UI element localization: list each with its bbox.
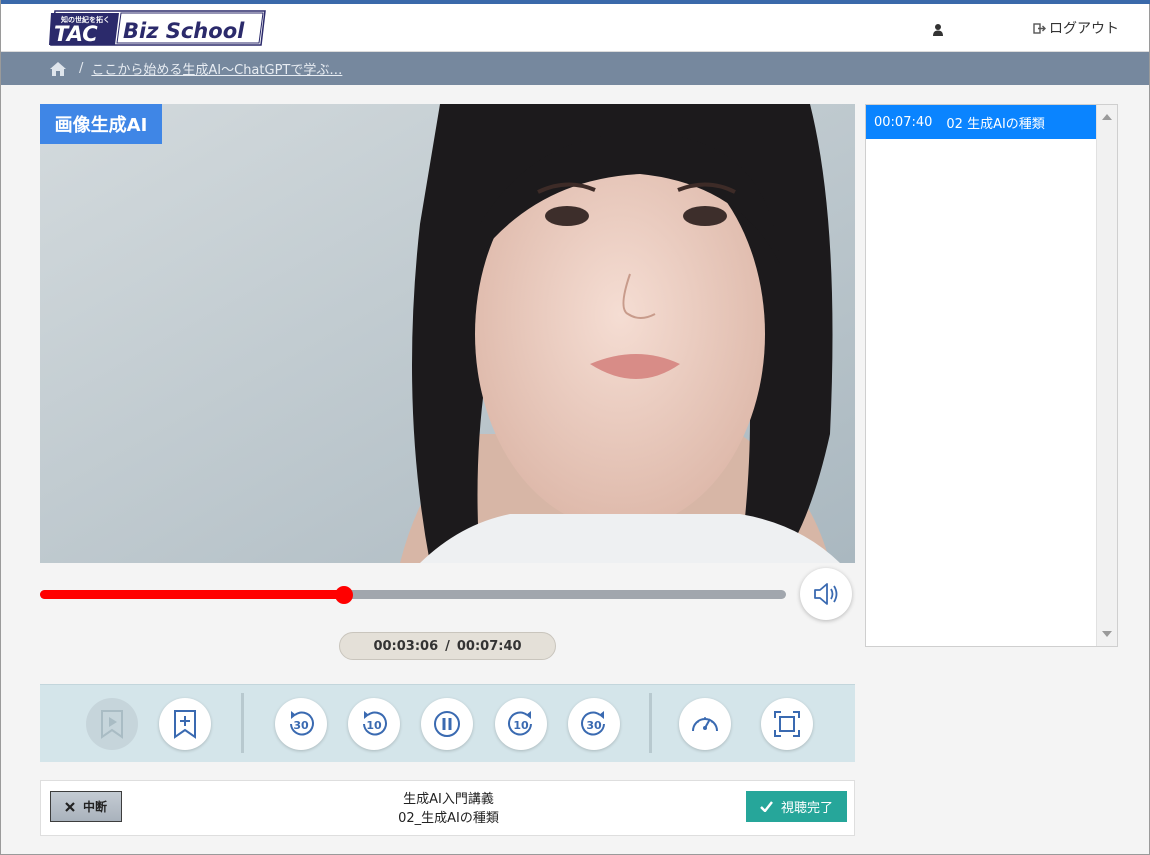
chapter-time: 00:07:40 [874, 114, 933, 130]
rewind-30-icon: 30 [290, 711, 314, 736]
speedometer-icon [692, 717, 718, 732]
seek-bar[interactable] [40, 586, 786, 604]
logout-label: ログアウト [1049, 21, 1119, 37]
chapter-item[interactable]: 00:07:40 02 生成AIの種類 [866, 105, 1096, 139]
time-display: 00:03:06 / 00:07:40 [339, 632, 556, 660]
seek-progress [40, 590, 345, 599]
svg-text:30: 30 [586, 719, 602, 732]
video-thumbnail [40, 104, 855, 563]
check-icon [760, 801, 773, 812]
forward-30-button[interactable]: 30 [568, 698, 620, 750]
breadcrumb-separator: / [79, 61, 84, 76]
total-time: 00:07:40 [456, 638, 522, 654]
video-tag-label: 画像生成AI [40, 104, 162, 144]
rewind-10-icon: 10 [363, 711, 387, 736]
breadcrumb: / ここから始める生成AI～ChatGPTで学ぶ… [1, 52, 1149, 85]
complete-button[interactable]: 視聴完了 [746, 791, 847, 822]
controls-divider [649, 693, 652, 753]
header: 知の世紀を拓く TAC Biz School ログアウト [1, 4, 1149, 52]
volume-icon [814, 583, 838, 605]
speed-button[interactable] [679, 698, 731, 750]
complete-label: 視聴完了 [780, 801, 833, 816]
logout-button[interactable]: ログアウト [1033, 18, 1119, 38]
pause-icon [434, 711, 460, 737]
current-time: 00:03:06 [373, 638, 439, 654]
svg-text:10: 10 [513, 719, 529, 732]
svg-text:30: 30 [293, 719, 309, 732]
logo-brand-tac: TAC [54, 22, 98, 46]
add-bookmark-button[interactable] [159, 698, 211, 750]
forward-10-button[interactable]: 10 [495, 698, 547, 750]
lecture-course-name: 生成AI入門講義 [403, 792, 494, 807]
video-frame[interactable]: 画像生成AI [40, 104, 855, 563]
interrupt-button[interactable]: 中断 [50, 791, 122, 822]
tac-biz-school-logo[interactable]: 知の世紀を拓く TAC Biz School [49, 9, 267, 47]
rewind-30-button[interactable]: 30 [275, 698, 327, 750]
chapter-list: 00:07:40 02 生成AIの種類 [865, 104, 1118, 647]
user-icon[interactable] [931, 22, 945, 36]
lecture-footer: 中断 生成AI入門講義 02_生成AIの種類 視聴完了 [40, 780, 855, 836]
rewind-10-button[interactable]: 10 [348, 698, 400, 750]
chapter-title: 02 生成AIの種類 [946, 116, 1045, 132]
controls-divider [241, 693, 244, 753]
logo-brand-bizschool: Biz School [123, 19, 245, 43]
bookmark-plus-icon [174, 710, 196, 739]
chapter-scrollbar[interactable] [1096, 105, 1117, 646]
lecture-title: 生成AI入門講義 02_生成AIの種類 [291, 790, 606, 828]
forward-30-icon: 30 [581, 711, 605, 736]
fullscreen-button[interactable] [761, 698, 813, 750]
logout-icon [1033, 22, 1046, 34]
scroll-up-arrow-icon[interactable] [1102, 114, 1112, 120]
play-bookmark-button[interactable] [86, 698, 138, 750]
fullscreen-icon [774, 711, 800, 737]
breadcrumb-course-link[interactable]: ここから始める生成AI～ChatGPTで学ぶ… [91, 59, 342, 78]
home-icon[interactable] [49, 61, 67, 77]
forward-10-icon: 10 [508, 711, 532, 736]
bookmark-play-icon [101, 710, 123, 739]
svg-text:10: 10 [366, 719, 382, 732]
interrupt-label: 中断 [82, 800, 107, 814]
lecture-chapter-name: 02_生成AIの種類 [398, 811, 499, 826]
pause-button[interactable] [421, 698, 473, 750]
scroll-down-arrow-icon[interactable] [1102, 631, 1112, 637]
player-controls: 30 10 10 30 [40, 684, 855, 762]
seek-handle[interactable] [335, 586, 354, 604]
time-separator: / [445, 638, 450, 654]
volume-button[interactable] [800, 568, 852, 620]
close-icon [65, 801, 75, 812]
